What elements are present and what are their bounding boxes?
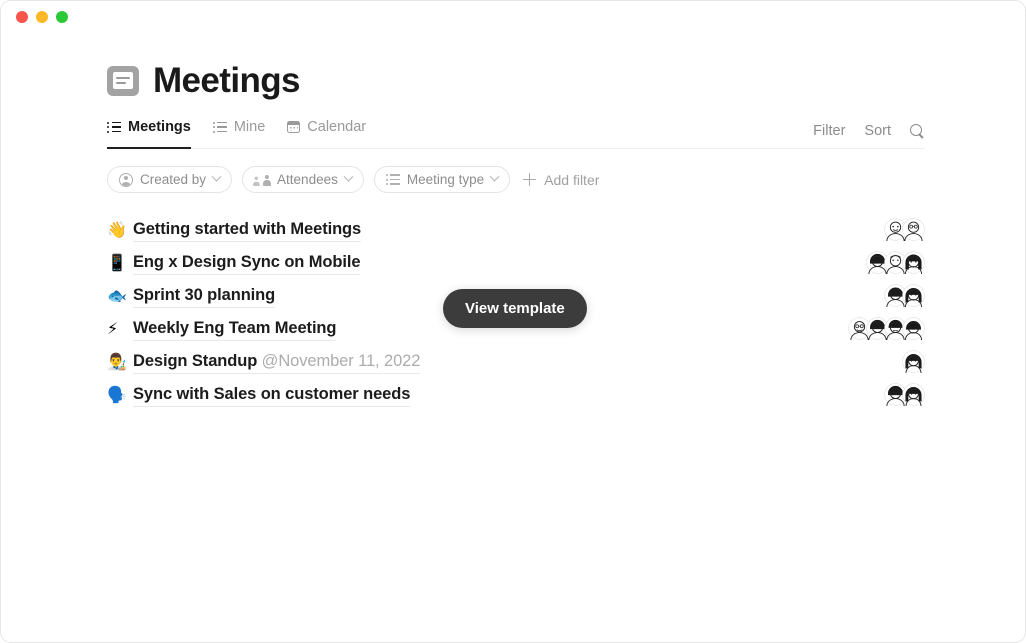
list-icon (386, 174, 400, 185)
meeting-title[interactable]: Getting started with Meetings (133, 220, 361, 242)
filter-chip-created-by-label: Created by (140, 172, 207, 187)
row-title-wrap: Eng x Design Sync on Mobile (133, 253, 866, 275)
page-title: Meetings (153, 61, 300, 100)
chevron-down-icon (489, 171, 500, 182)
filter-chip-attendees-label: Attendees (277, 172, 338, 187)
minimize-button[interactable] (36, 11, 48, 23)
row-title-wrap: Design Standup @November 11, 2022 (133, 352, 902, 374)
tabbar-actions: Filter Sort (813, 123, 925, 148)
close-button[interactable] (16, 11, 28, 23)
traffic-lights (16, 11, 68, 23)
tabbar: Meetings Mine Calendar Filter Sort (107, 116, 925, 149)
list-icon (213, 122, 227, 133)
title-row: Meetings (107, 63, 925, 98)
sort-button[interactable]: Sort (864, 123, 891, 139)
meeting-title[interactable]: Sprint 30 planning (133, 286, 275, 308)
tab-meetings-label: Meetings (128, 119, 191, 135)
chevron-down-icon (211, 171, 222, 182)
high-voltage-emoji: ⚡ (107, 318, 119, 338)
tab-list: Meetings Mine Calendar (107, 115, 366, 149)
filter-chip-created-by[interactable]: Created by (107, 166, 233, 193)
calendar-icon (287, 121, 301, 133)
tab-mine[interactable]: Mine (213, 115, 265, 148)
avatar-group (884, 218, 925, 241)
tab-calendar-label: Calendar (307, 119, 367, 135)
page-content: Meetings Meetings Mine Calendar Filter S… (1, 33, 1025, 411)
note-icon (107, 65, 139, 96)
search-icon[interactable] (910, 123, 925, 139)
row-title-wrap: Getting started with Meetings (133, 220, 884, 242)
add-filter-button[interactable]: Add filter (523, 172, 599, 188)
meeting-list: 👋 Getting started with Meetings 📱 Eng x … (107, 213, 925, 411)
chevron-down-icon (343, 171, 354, 182)
avatar-group (866, 251, 925, 274)
meeting-title[interactable]: Sync with Sales on customer needs (133, 385, 410, 407)
avatar (902, 317, 925, 340)
avatar-group (902, 350, 925, 373)
meeting-date: @November 11, 2022 (261, 352, 421, 370)
view-template-button[interactable]: View template (443, 289, 587, 328)
row-title-wrap: Sync with Sales on customer needs (133, 385, 884, 407)
table-row[interactable]: 👋 Getting started with Meetings (107, 213, 925, 246)
avatar (902, 350, 925, 373)
tab-mine-label: Mine (233, 119, 266, 135)
table-row[interactable]: 📱 Eng x Design Sync on Mobile (107, 246, 925, 279)
filter-chip-attendees[interactable]: Attendees (242, 166, 364, 193)
avatar (902, 383, 925, 406)
avatar-group (884, 284, 925, 307)
tab-calendar[interactable]: Calendar (287, 115, 366, 148)
list-icon (107, 122, 121, 133)
table-row[interactable]: 👨‍🎨 Design Standup @November 11, 2022 (107, 345, 925, 378)
speaking-head-emoji: 🗣️ (107, 384, 127, 404)
filter-bar: Created by Attendees Meeting type Add fi… (107, 166, 925, 193)
meeting-title[interactable]: Weekly Eng Team Meeting (133, 319, 337, 341)
avatar-group (884, 383, 925, 406)
filter-chip-meeting-type[interactable]: Meeting type (373, 166, 511, 193)
zoom-button[interactable] (56, 11, 68, 23)
tab-meetings[interactable]: Meetings (107, 115, 191, 149)
meeting-title[interactable]: Eng x Design Sync on Mobile (133, 253, 361, 275)
titlebar (1, 1, 1025, 33)
meeting-title[interactable]: Design Standup @November 11, 2022 (133, 352, 420, 374)
table-row[interactable]: 🗣️ Sync with Sales on customer needs (107, 378, 925, 411)
filter-chip-meeting-type-label: Meeting type (406, 172, 485, 187)
people-icon (254, 174, 270, 186)
app-window: Meetings Meetings Mine Calendar Filter S… (0, 0, 1026, 643)
fish-emoji: 🐟 (107, 285, 127, 305)
artist-emoji: 👨‍🎨 (107, 351, 127, 371)
plus-icon (523, 173, 537, 186)
person-circle-icon (119, 172, 133, 187)
avatar (902, 218, 925, 241)
avatar-group (848, 317, 925, 340)
filter-button[interactable]: Filter (813, 123, 845, 139)
waving-hand-emoji: 👋 (107, 219, 127, 239)
avatar (902, 251, 925, 274)
mobile-phone-emoji: 📱 (107, 252, 127, 272)
avatar (902, 284, 925, 307)
add-filter-label: Add filter (544, 171, 600, 188)
